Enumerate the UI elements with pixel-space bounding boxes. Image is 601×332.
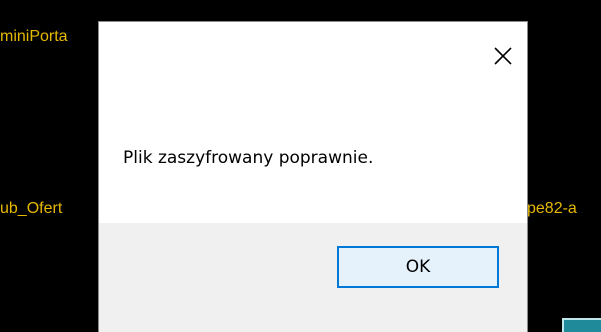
background-window-title: miniPorta xyxy=(0,28,68,45)
close-icon xyxy=(494,47,512,65)
dialog-message: Plik zaszyfrowany poprawnie. xyxy=(123,148,374,168)
ok-button[interactable]: OK xyxy=(337,246,499,288)
dialog-body xyxy=(99,22,527,223)
background-file-label-left: ub_Ofert xyxy=(0,200,63,217)
close-button[interactable] xyxy=(483,36,523,76)
background-file-label-right: pe82-a xyxy=(527,200,577,217)
background-teal-control xyxy=(562,318,601,332)
message-dialog: Plik zaszyfrowany poprawnie. OK xyxy=(99,22,527,332)
